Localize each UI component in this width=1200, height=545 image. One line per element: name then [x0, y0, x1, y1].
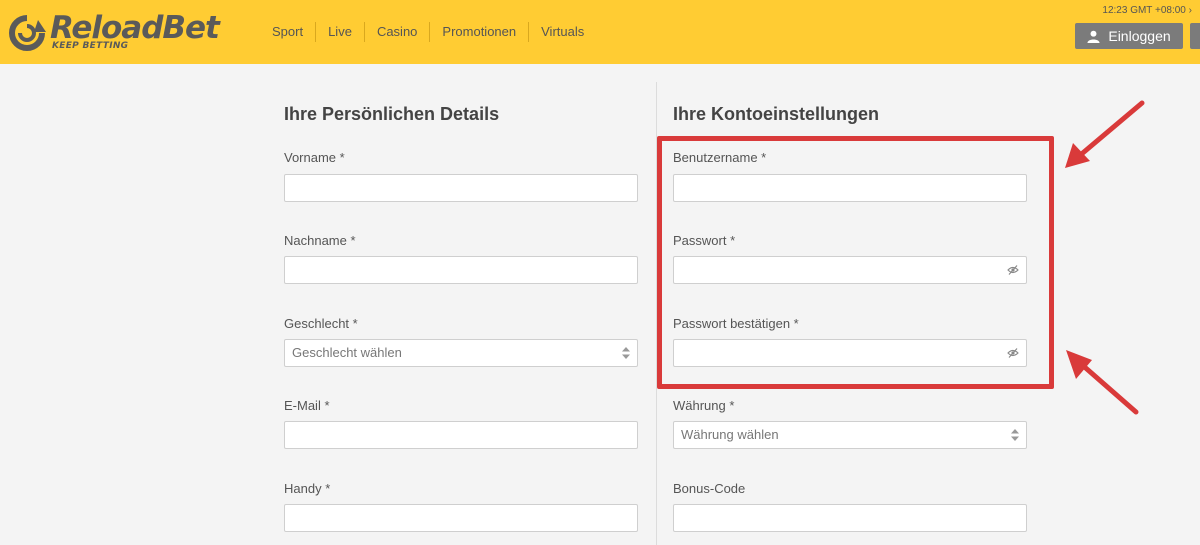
first-name-input[interactable] [284, 174, 638, 202]
last-name-input[interactable] [284, 256, 638, 284]
main-nav: Sport Live Casino Promotionen Virtuals [262, 22, 596, 42]
password-confirm-label: Passwort bestätigen * [673, 316, 799, 331]
login-button[interactable]: Einloggen [1075, 23, 1183, 49]
chevron-right-icon: › [1188, 5, 1192, 16]
bonus-code-label: Bonus-Code [673, 481, 746, 496]
last-name-label: Nachname * [284, 233, 356, 248]
currency-label: Währung * [673, 398, 735, 413]
password-input[interactable] [673, 256, 1027, 284]
password-confirm-field [673, 339, 1027, 367]
currency-select-value: Währung wählen [681, 427, 779, 442]
email-input[interactable] [284, 421, 638, 449]
brand-tagline: KEEP BETTING [52, 41, 129, 51]
first-name-label: Vorname * [284, 150, 345, 165]
brand-logo[interactable]: ReloadBet KEEP BETTING [6, 10, 220, 56]
gender-label: Geschlecht * [284, 316, 358, 331]
email-label: E-Mail * [284, 398, 330, 413]
column-divider [656, 82, 657, 545]
timezone-clock[interactable]: 12:23 GMT +08:00 › [1102, 5, 1192, 16]
login-button-label: Einloggen [1108, 28, 1171, 44]
reload-logo-icon [9, 15, 46, 51]
select-arrows-icon [622, 347, 630, 359]
arrow-top-icon [1065, 100, 1145, 168]
password-confirm-input[interactable] [673, 339, 1027, 367]
nav-promotions[interactable]: Promotionen [429, 22, 528, 42]
select-arrows-icon [1011, 429, 1019, 441]
clock-text: 12:23 GMT +08:00 [1102, 5, 1186, 16]
nav-casino[interactable]: Casino [363, 22, 429, 42]
currency-select[interactable]: Währung wählen [673, 421, 1027, 449]
username-input[interactable] [673, 174, 1027, 202]
phone-label: Handy * [284, 481, 331, 496]
nav-sport[interactable]: Sport [262, 22, 315, 42]
personal-details-title: Ihre Persönlichen Details [284, 104, 500, 124]
phone-input[interactable] [284, 504, 638, 532]
nav-virtuals[interactable]: Virtuals [528, 22, 596, 42]
register-button[interactable] [1190, 23, 1200, 49]
password-field [673, 256, 1027, 284]
nav-live[interactable]: Live [315, 22, 364, 42]
username-label: Benutzername * [673, 150, 767, 165]
account-settings-title: Ihre Kontoeinstellungen [673, 104, 880, 124]
user-icon [1087, 30, 1100, 43]
annotation-arrows [1065, 100, 1145, 415]
eye-slash-icon[interactable] [1007, 347, 1019, 359]
gender-select-value: Geschlecht wählen [292, 345, 402, 360]
password-label: Passwort * [673, 233, 736, 248]
arrow-bottom-icon [1066, 350, 1139, 415]
bonus-code-input[interactable] [673, 504, 1027, 532]
top-bar: ReloadBet KEEP BETTING Sport Live Casino… [0, 0, 1200, 64]
gender-select[interactable]: Geschlecht wählen [284, 339, 638, 367]
eye-slash-icon[interactable] [1007, 264, 1019, 276]
